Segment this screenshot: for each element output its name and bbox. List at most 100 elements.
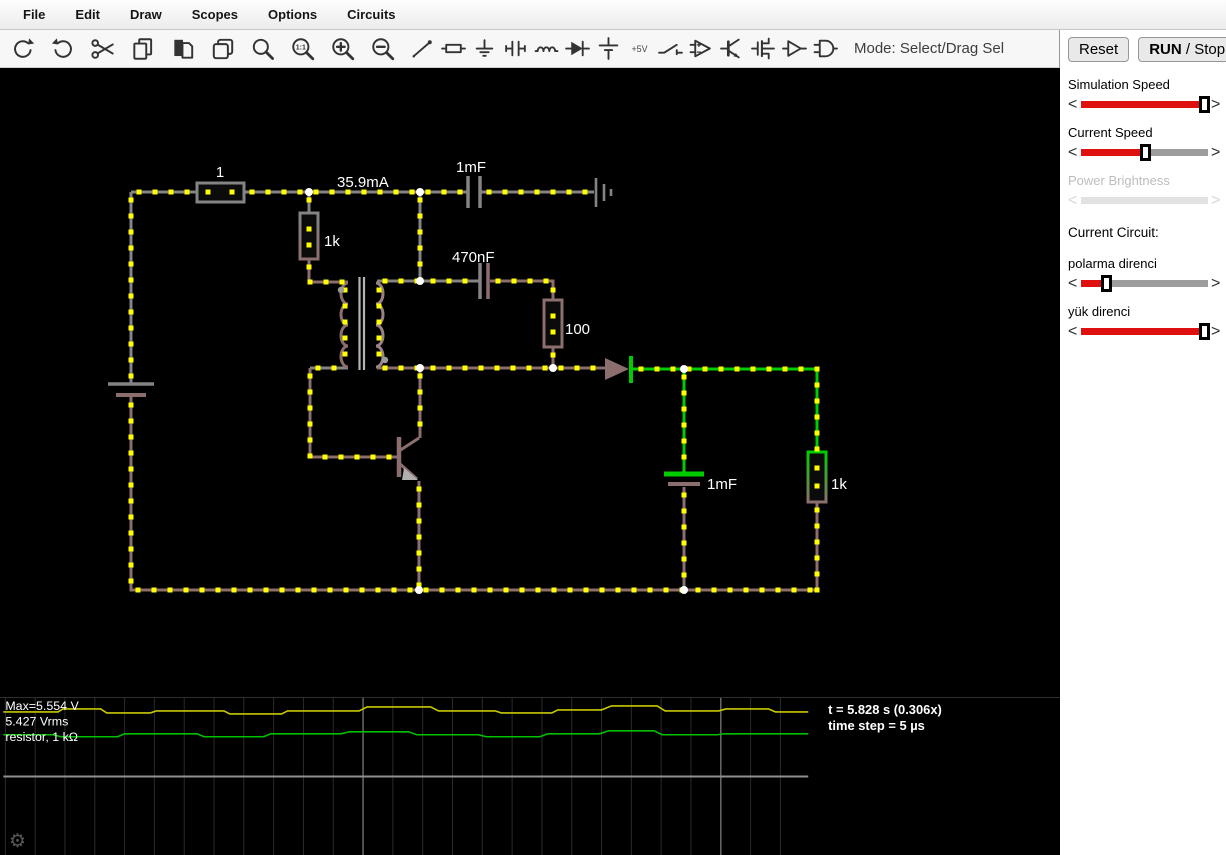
buffer-icon[interactable] xyxy=(782,36,807,61)
op-amp-icon[interactable] xyxy=(689,36,714,61)
resistor-icon[interactable] xyxy=(441,36,466,61)
plus-5v-icon[interactable]: +5V xyxy=(627,36,652,61)
junction-dot[interactable] xyxy=(416,277,424,285)
ground-icon[interactable] xyxy=(472,36,497,61)
junction-dot[interactable] xyxy=(305,188,313,196)
inductor-icon[interactable] xyxy=(534,36,559,61)
resistor[interactable] xyxy=(806,450,828,504)
resistor[interactable] xyxy=(298,211,320,261)
slider-thumb[interactable] xyxy=(1198,323,1210,340)
slider-decrease-arrow[interactable]: < xyxy=(1068,96,1078,113)
current-dot xyxy=(168,189,174,195)
wire-icon[interactable] xyxy=(410,36,435,61)
menu-item-options[interactable]: Options xyxy=(253,7,332,22)
scope-measurement-label: resistor, 1 kΩ xyxy=(5,730,78,744)
menu-item-file[interactable]: File xyxy=(8,7,60,22)
and-gate-icon[interactable] xyxy=(813,36,838,61)
resistor[interactable] xyxy=(542,298,564,349)
current-dot xyxy=(279,587,285,593)
current-dot xyxy=(265,189,271,195)
junction-dot[interactable] xyxy=(416,188,424,196)
transistor-icon[interactable] xyxy=(720,36,745,61)
junction-dot[interactable] xyxy=(549,364,557,372)
paste-icon[interactable] xyxy=(170,36,196,62)
wire[interactable] xyxy=(490,279,555,300)
current-dot xyxy=(393,189,399,195)
duplicate-icon[interactable] xyxy=(210,36,236,62)
slider-increase-arrow[interactable]: > xyxy=(1211,144,1221,161)
current-dot xyxy=(814,398,820,404)
current-dot xyxy=(791,587,797,593)
wire[interactable] xyxy=(308,368,397,459)
redo-icon[interactable] xyxy=(50,36,76,62)
slider-decrease-arrow[interactable]: < xyxy=(1068,275,1078,292)
undo-icon[interactable] xyxy=(10,36,36,62)
current-dot xyxy=(416,534,422,540)
slider-increase-arrow[interactable]: > xyxy=(1211,323,1221,340)
transistor-emitter-arrow xyxy=(402,468,418,480)
diode-icon[interactable] xyxy=(565,36,590,61)
slider-track[interactable] xyxy=(1081,275,1208,292)
capacitor-icon[interactable] xyxy=(503,36,528,61)
current-dot xyxy=(814,539,820,545)
transistor-collector[interactable] xyxy=(398,436,420,453)
zoom-out-icon[interactable] xyxy=(370,36,396,62)
current-dot xyxy=(631,587,637,593)
copy-icon[interactable] xyxy=(130,36,156,62)
menu-item-edit[interactable]: Edit xyxy=(60,7,115,22)
slider-thumb[interactable] xyxy=(1198,96,1210,113)
slider-track[interactable] xyxy=(1081,323,1210,340)
junction-dot[interactable] xyxy=(416,364,424,372)
mosfet-icon[interactable] xyxy=(751,36,776,61)
current-dot xyxy=(455,587,461,593)
menu-item-scopes[interactable]: Scopes xyxy=(177,7,253,22)
slider-decrease-arrow[interactable]: < xyxy=(1068,323,1078,340)
diode-anode[interactable] xyxy=(605,358,629,380)
current-dot xyxy=(151,587,157,593)
slider-track[interactable] xyxy=(1081,96,1210,113)
zoom-actual-icon[interactable]: 1:1 xyxy=(290,36,316,62)
current-dot xyxy=(376,319,382,325)
voltage-source-icon[interactable] xyxy=(596,36,621,61)
current-dot xyxy=(342,303,348,309)
current-dot xyxy=(386,454,392,460)
current-dot xyxy=(681,438,687,444)
slider-thumb[interactable] xyxy=(1139,144,1151,161)
slider-power-brightness: Power Brightness < > xyxy=(1068,173,1221,210)
circuit-drawing[interactable]: 1 35.9mA 1mF 470nF 1k 100 1mF 1k xyxy=(0,68,1060,697)
junction-dot[interactable] xyxy=(680,586,688,594)
menu-item-circuits[interactable]: Circuits xyxy=(332,7,410,22)
scope-panel[interactable]: Max=5.554 V 5.427 Vrms resistor, 1 kΩ t = 5… xyxy=(0,697,1060,855)
circuit-canvas[interactable]: 1 35.9mA 1mF 470nF 1k 100 1mF 1k xyxy=(0,68,1060,697)
wire[interactable] xyxy=(129,397,817,592)
zoom-in-icon[interactable] xyxy=(330,36,356,62)
slider-track[interactable] xyxy=(1081,144,1208,161)
current-dot xyxy=(128,357,134,363)
wire[interactable] xyxy=(307,259,348,284)
component-value-label: 1k xyxy=(831,476,847,493)
search-icon[interactable] xyxy=(250,36,276,62)
current-dot xyxy=(128,562,134,568)
current-dot xyxy=(814,571,820,577)
current-dot xyxy=(462,365,468,371)
junction-dot[interactable] xyxy=(680,365,688,373)
reset-button[interactable]: Reset xyxy=(1068,37,1130,62)
current-dot xyxy=(376,335,382,341)
slider-increase-arrow[interactable]: > xyxy=(1211,275,1221,292)
current-dot xyxy=(128,450,134,456)
wire[interactable] xyxy=(633,367,819,452)
run-stop-button[interactable]: RUN / Stop xyxy=(1138,37,1226,62)
menu-item-draw[interactable]: Draw xyxy=(115,7,177,22)
resistor[interactable] xyxy=(195,181,246,204)
slider-increase-arrow[interactable]: > xyxy=(1211,96,1221,113)
diode-cathode[interactable] xyxy=(629,356,633,383)
slider-decrease-arrow[interactable]: < xyxy=(1068,144,1078,161)
slider-thumb[interactable] xyxy=(1101,275,1113,292)
cut-icon[interactable] xyxy=(90,36,116,62)
switch-icon[interactable] xyxy=(658,36,683,61)
current-dot xyxy=(313,189,319,195)
junction-dot[interactable] xyxy=(415,586,423,594)
current-dot xyxy=(566,189,572,195)
current-dot xyxy=(263,587,269,593)
scope-settings-gear-icon[interactable]: ⚙ xyxy=(9,832,26,851)
